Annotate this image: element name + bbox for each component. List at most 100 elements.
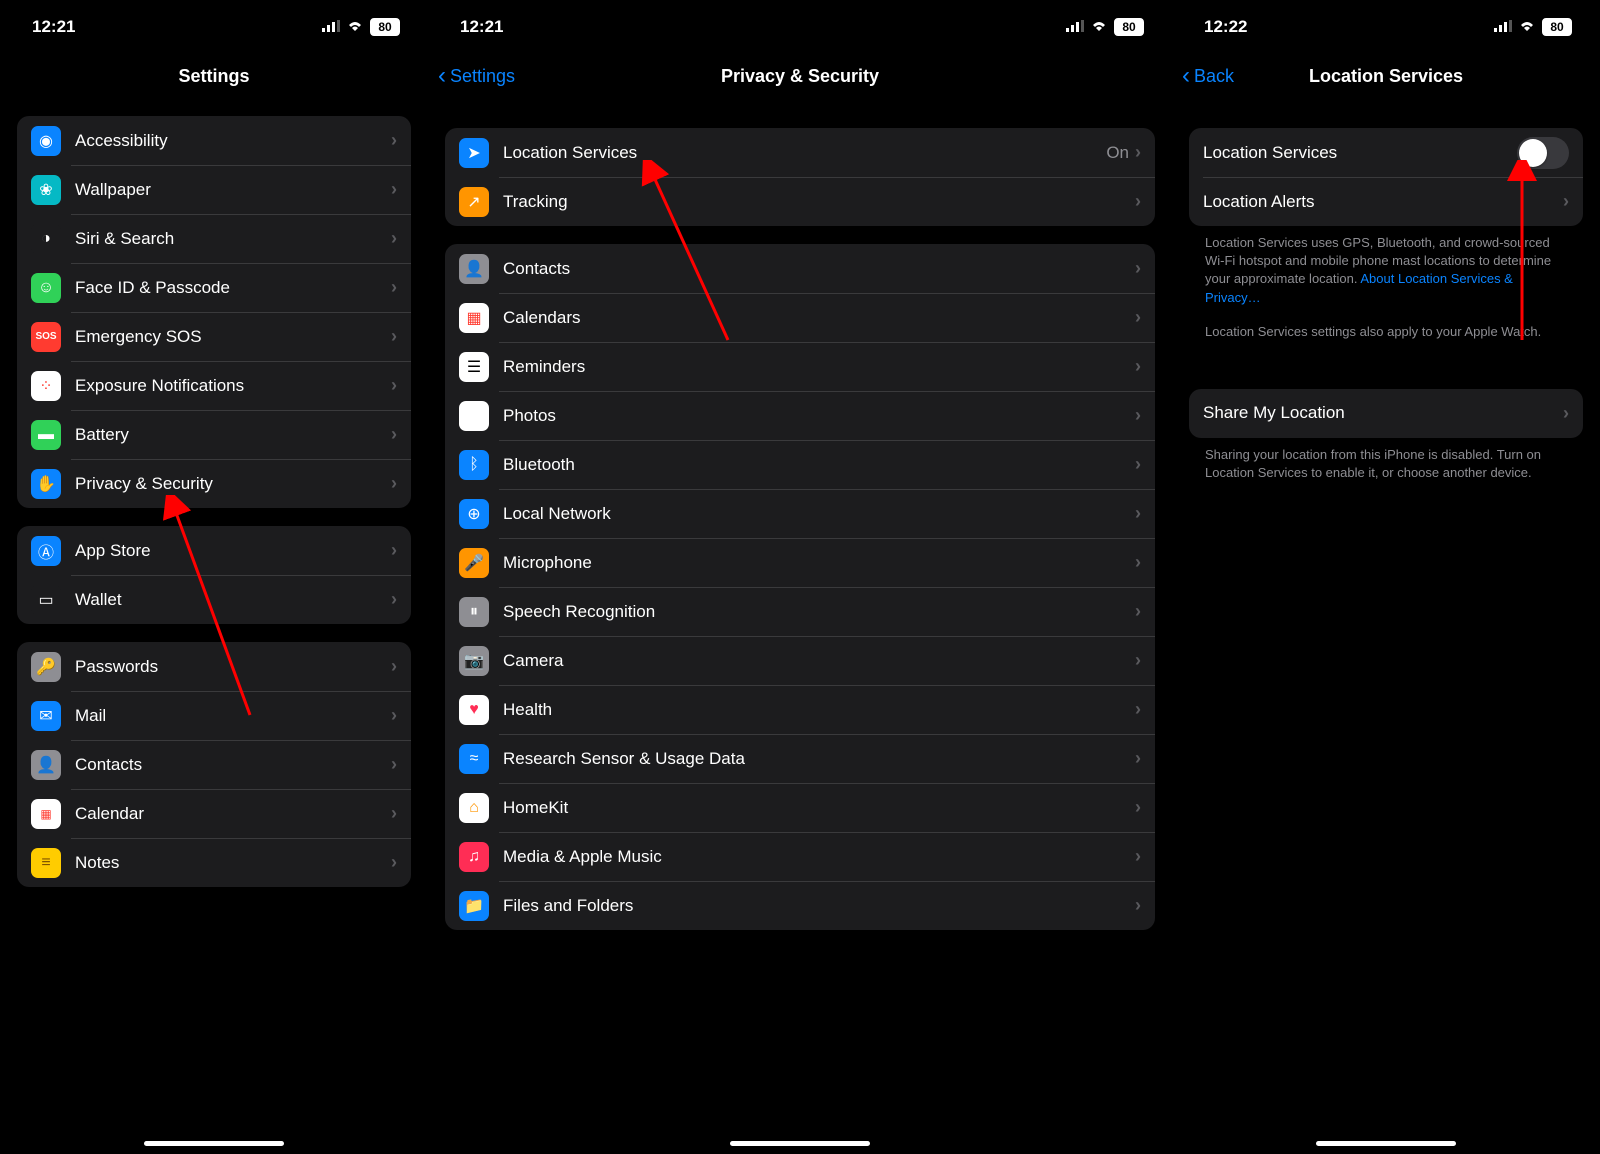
row-label: Face ID & Passcode [75,278,391,298]
status-time: 12:21 [32,17,75,37]
wifi-icon [346,17,364,37]
location-services-toggle[interactable] [1517,137,1569,169]
row-location-services[interactable]: ➤Location ServicesOn› [445,128,1155,177]
row-tracking[interactable]: ↗Tracking› [445,177,1155,226]
back-button[interactable]: ‹ Settings [438,64,515,88]
row-label: Health [503,700,1135,720]
chevron-right-icon: › [391,130,397,151]
row-battery[interactable]: ▬Battery› [17,410,411,459]
row-share-location[interactable]: Share My Location › [1189,389,1583,438]
row-label: Media & Apple Music [503,847,1135,867]
bluetooth-icon: ᛒ [459,450,489,480]
row-camera[interactable]: 📷Camera› [445,636,1155,685]
accessibility-icon: ◉ [31,126,61,156]
photos-icon: ❁ [459,401,489,431]
row-mail[interactable]: ✉Mail› [17,691,411,740]
row-value: On [1106,143,1129,163]
row-calendars[interactable]: ▦Calendars› [445,293,1155,342]
row-contacts[interactable]: 👤Contacts› [445,244,1155,293]
row-accessibility[interactable]: ◉Accessibility› [17,116,411,165]
folder-icon: 📁 [459,891,489,921]
home-indicator[interactable] [144,1141,284,1146]
toggle-knob [1519,139,1547,167]
row-location-toggle[interactable]: Location Services [1189,128,1583,177]
row-microphone[interactable]: 🎤 Microphone› [445,538,1155,587]
row-siri[interactable]: ◑Siri & Search› [17,214,411,263]
chevron-right-icon: › [1135,748,1141,769]
tracking-icon: ↗ [459,187,489,217]
row-label: Reminders [503,357,1135,377]
battery-icon: 80 [1114,18,1144,36]
speech-icon: ⏸ [459,597,489,627]
sos-icon: SOS [31,322,61,352]
row-health[interactable]: ♥Health› [445,685,1155,734]
row-files[interactable]: 📁Files and Folders› [445,881,1155,930]
row-reminders[interactable]: ☰Reminders› [445,342,1155,391]
row-label: Files and Folders [503,896,1135,916]
row-homekit[interactable]: ⌂HomeKit› [445,783,1155,832]
row-label: Microphone [503,553,1135,573]
chevron-right-icon: › [1563,403,1569,424]
settings-group-3: 🔑Passwords› ✉Mail› 👤Contacts› ▦Calendar›… [17,642,411,887]
settings-group-2: ⒶApp Store› ▭Wallet› [17,526,411,624]
row-label: Contacts [75,755,391,775]
row-notes[interactable]: ≡Notes› [17,838,411,887]
chevron-right-icon: › [1135,454,1141,475]
status-icons: 80 [1066,17,1144,37]
reminders-icon: ☰ [459,352,489,382]
chevron-right-icon: › [391,473,397,494]
chevron-left-icon: ‹ [438,64,446,88]
cellular-icon [322,17,340,37]
row-wallpaper[interactable]: ❀Wallpaper› [17,165,411,214]
row-speech[interactable]: ⏸ Speech Recognition› [445,587,1155,636]
chevron-right-icon: › [391,326,397,347]
row-appstore[interactable]: ⒶApp Store› [17,526,411,575]
back-button[interactable]: ‹ Back [1182,64,1234,88]
row-media-music[interactable]: ♫ Media & Apple Music› [445,832,1155,881]
footer-text-1: Location Services uses GPS, Bluetooth, a… [1189,226,1583,315]
music-icon: ♫ [459,842,489,872]
chevron-right-icon: › [391,228,397,249]
row-label: Wallpaper [75,180,391,200]
row-bluetooth[interactable]: ᛒBluetooth› [445,440,1155,489]
chevron-right-icon: › [1135,797,1141,818]
row-photos[interactable]: ❁Photos› [445,391,1155,440]
location-group-2: Share My Location › [1189,389,1583,438]
row-local-network[interactable]: ⊕Local Network› [445,489,1155,538]
chevron-right-icon: › [1135,601,1141,622]
battery-icon: 80 [370,18,400,36]
chevron-right-icon: › [1135,699,1141,720]
chevron-right-icon: › [1135,552,1141,573]
row-research[interactable]: ≈Research Sensor & Usage Data› [445,734,1155,783]
status-bar: 12:21 80 [428,0,1172,54]
cellular-icon [1494,17,1512,37]
row-label: Location Services [1203,143,1517,163]
row-calendar[interactable]: ▦Calendar› [17,789,411,838]
row-label: Emergency SOS [75,327,391,347]
home-indicator[interactable] [730,1141,870,1146]
chevron-right-icon: › [1135,846,1141,867]
row-label: Privacy & Security [75,474,391,494]
calendar-icon: ▦ [459,303,489,333]
row-exposure[interactable]: ⁘Exposure Notifications› [17,361,411,410]
network-icon: ⊕ [459,499,489,529]
appstore-icon: Ⓐ [31,536,61,566]
row-label: App Store [75,541,391,561]
settings-group-1: ◉Accessibility› ❀Wallpaper› ◑Siri & Sear… [17,116,411,508]
row-privacy[interactable]: ✋Privacy & Security› [17,459,411,508]
row-location-alerts[interactable]: Location Alerts › [1189,177,1583,226]
row-sos[interactable]: SOS Emergency SOS› [17,312,411,361]
row-contacts[interactable]: 👤Contacts› [17,740,411,789]
status-bar: 12:21 80 [0,0,428,54]
chevron-right-icon: › [1563,191,1569,212]
chevron-right-icon: › [1135,650,1141,671]
row-faceid[interactable]: ☺Face ID & Passcode› [17,263,411,312]
microphone-icon: 🎤 [459,548,489,578]
footer-text-2: Location Services settings also apply to… [1189,315,1583,349]
home-indicator[interactable] [1316,1141,1456,1146]
row-wallet[interactable]: ▭Wallet› [17,575,411,624]
chevron-right-icon: › [391,179,397,200]
row-label: Research Sensor & Usage Data [503,749,1135,769]
row-label: Speech Recognition [503,602,1135,622]
row-passwords[interactable]: 🔑Passwords› [17,642,411,691]
